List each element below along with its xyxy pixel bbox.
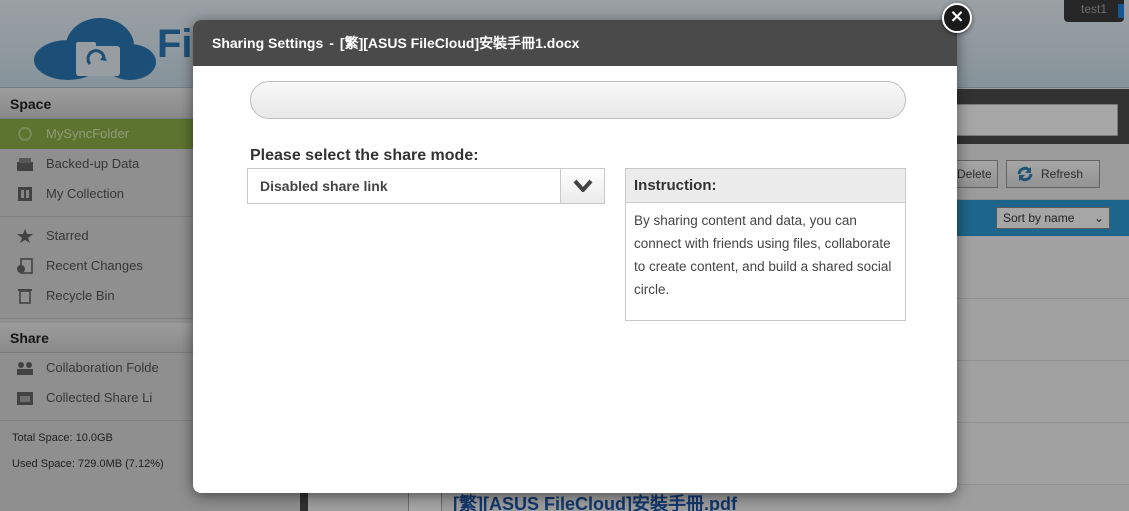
share-mode-label: Please select the share mode:: [250, 147, 479, 164]
dialog-title-separator: -: [329, 35, 334, 51]
chevron-down-icon: [573, 179, 593, 192]
instruction-panel: Instruction: By sharing content and data…: [625, 168, 906, 321]
share-mode-dropdown-button[interactable]: [560, 169, 604, 203]
share-mode-select[interactable]: Disabled share link: [247, 168, 605, 204]
sharing-settings-dialog: Sharing Settings - [繁][ASUS FileCloud]安裝手冊…: [193, 20, 957, 493]
close-icon[interactable]: ×: [942, 3, 972, 33]
share-link-field[interactable]: [250, 81, 906, 119]
instruction-text: By sharing content and data, you can con…: [634, 213, 892, 297]
instruction-heading: Instruction:: [626, 169, 905, 203]
dialog-title: Sharing Settings - [繁][ASUS FileCloud]安裝手冊…: [193, 20, 957, 66]
share-mode-value: Disabled share link: [260, 178, 388, 194]
dialog-title-prefix: Sharing Settings: [212, 35, 324, 51]
dialog-title-file: [繁][ASUS FileCloud]安裝手冊1.docx: [339, 35, 580, 51]
